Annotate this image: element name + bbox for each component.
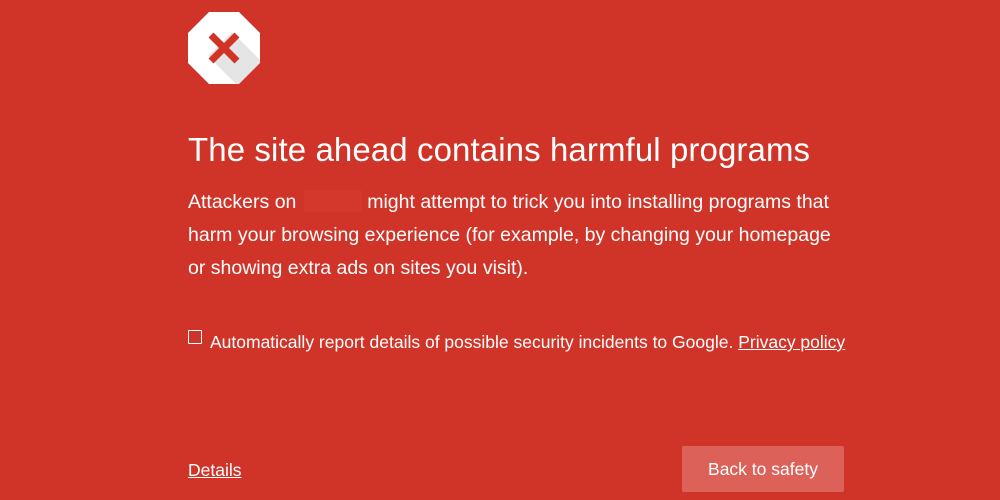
page-title: The site ahead contains harmful programs — [188, 131, 811, 168]
details-container: Details — [188, 456, 242, 484]
details-link[interactable]: Details — [188, 460, 242, 480]
description-text-start: Attackers on — [188, 191, 297, 213]
error-octagon-icon — [188, 12, 260, 84]
report-checkbox[interactable] — [188, 330, 202, 344]
interstitial-content: The site ahead contains harmful programs… — [188, 0, 848, 500]
report-option: Automatically report details of possible… — [188, 326, 848, 359]
warning-description: Attackers on might attempt to trick you … — [188, 186, 848, 285]
redacted-domain — [303, 190, 362, 212]
back-to-safety-button[interactable]: Back to safety — [682, 446, 844, 492]
privacy-policy-link[interactable]: Privacy policy — [738, 332, 845, 352]
report-label: Automatically report details of possible… — [210, 332, 734, 352]
